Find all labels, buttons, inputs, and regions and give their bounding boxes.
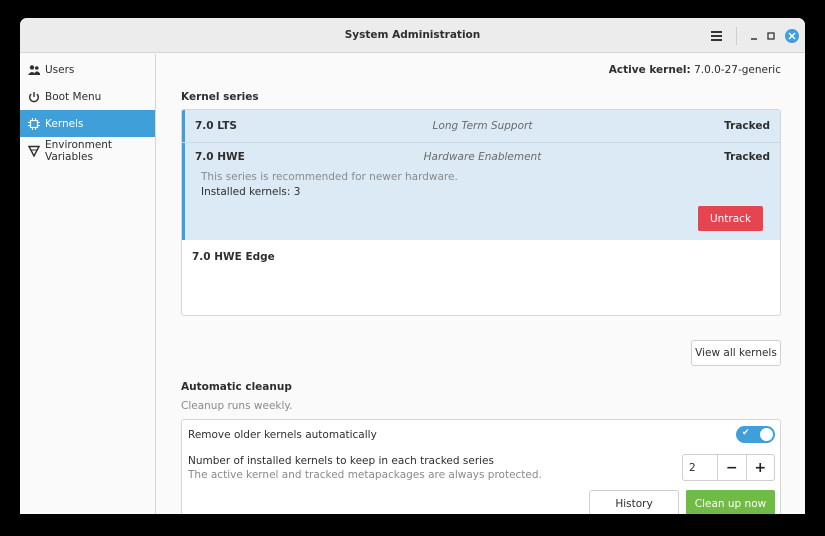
cleanup-panel: Remove older kernels automatically ✔ Num… [181,419,781,514]
series-row-hwe-edge[interactable]: 7.0 HWE Edge [182,241,780,273]
sidebar-item-environment-variables[interactable]: Environment Variables [20,137,155,164]
auto-remove-toggle[interactable]: ✔ [736,426,775,443]
untrack-button[interactable]: Untrack [698,206,763,231]
kernel-series-list: 7.0 LTS Long Term Support Tracked 7.0 HW… [181,109,781,316]
users-icon [28,64,40,76]
history-button[interactable]: History [589,490,679,514]
active-kernel-label: Active kernel: [608,64,691,76]
main-content: Active kernel: 7.0.0-27-generic Kernel s… [157,54,805,514]
series-status: Tracked [724,151,770,163]
auto-remove-label: Remove older kernels automatically [188,429,377,441]
series-row-lts[interactable]: 7.0 LTS Long Term Support Tracked [182,110,780,142]
series-name: 7.0 HWE Edge [192,251,275,263]
sidebar-item-boot-menu[interactable]: Boot Menu [20,83,155,110]
sidebar-item-label: Environment Variables [45,138,113,163]
title-bar: System Administration [20,18,805,53]
chip-icon [28,117,40,130]
decrement-button[interactable]: − [718,455,746,480]
clean-up-now-button[interactable]: Clean up now [686,490,775,514]
toggle-knob [760,428,773,441]
maximize-icon[interactable] [761,26,781,46]
triangle-icon [28,145,40,157]
installed-kernels-count: Installed kernels: 3 [201,186,301,198]
increment-button[interactable]: + [745,455,775,480]
sidebar-item-label: Boot Menu [45,90,102,103]
automatic-cleanup-heading: Automatic cleanup [181,381,292,393]
sidebar-item-users[interactable]: Users [20,56,155,83]
app-window: System Administration Users Boot Menu Ke… [20,18,805,514]
titlebar-separator [736,27,737,45]
series-note: This series is recommended for newer har… [201,171,458,183]
keep-count-input[interactable]: 2 [683,455,718,480]
close-icon[interactable] [782,26,802,46]
sidebar-item-kernels[interactable]: Kernels [20,110,155,137]
window-title: System Administration [344,29,481,41]
series-row-hwe[interactable]: 7.0 HWE Hardware Enablement Tracked This… [182,143,780,240]
series-description: Hardware Enablement [423,151,542,163]
sidebar: Users Boot Menu Kernels Environment Vari… [20,54,156,514]
cleanup-subtitle: Cleanup runs weekly. [181,400,293,412]
keep-count-note: The active kernel and tracked metapackag… [188,469,542,481]
series-description: Long Term Support [432,120,533,132]
active-kernel-readout: Active kernel: 7.0.0-27-generic [609,64,781,76]
keep-count-label: Number of installed kernels to keep in e… [188,455,494,467]
hamburger-menu-icon[interactable] [706,26,726,46]
active-kernel-value: 7.0.0-27-generic [694,64,781,76]
kernel-series-heading: Kernel series [181,91,259,103]
view-all-kernels-button[interactable]: View all kernels [691,340,781,366]
sidebar-item-label: Users [45,63,75,76]
series-status: Tracked [724,120,770,132]
power-icon [28,91,40,103]
sidebar-item-label: Kernels [45,117,84,130]
check-icon: ✔ [742,428,750,438]
keep-count-stepper: 2 − + [682,454,775,481]
